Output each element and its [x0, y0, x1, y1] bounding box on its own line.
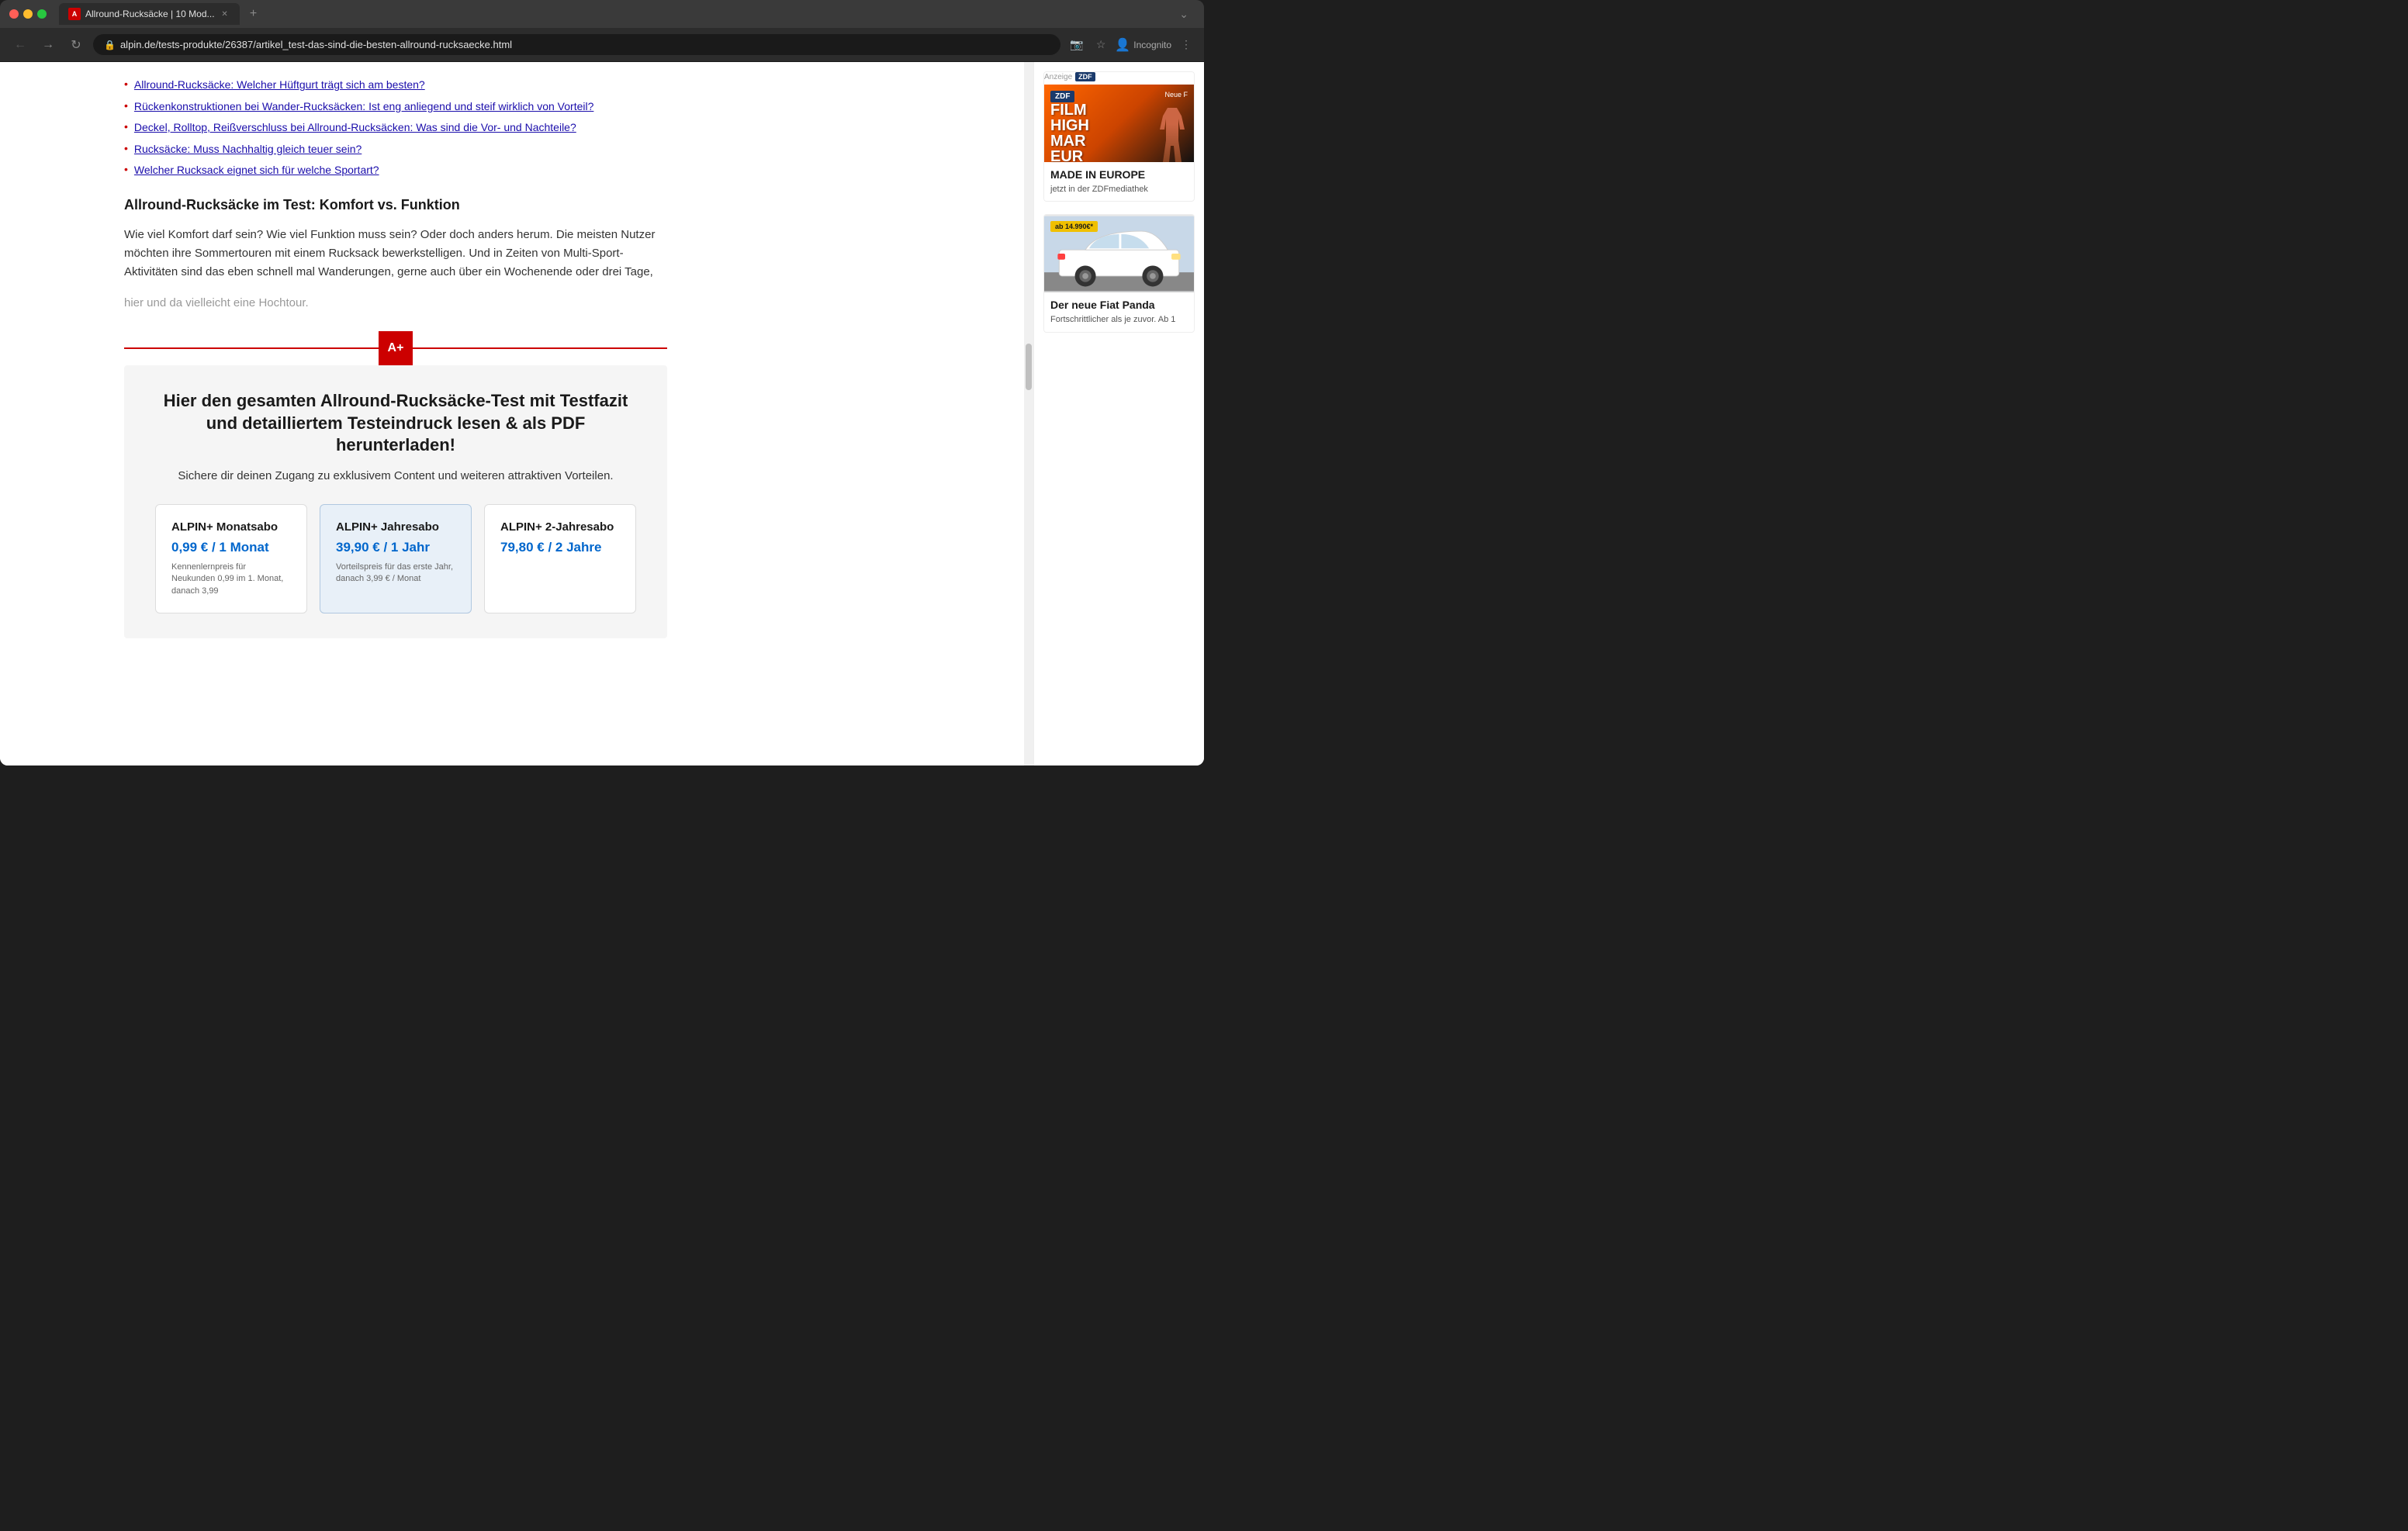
subscription-cards: ALPIN+ Monatsabo 0,99 € / 1 Monat Kennen… — [155, 504, 636, 613]
list-item: Rückenkonstruktionen bei Wander-Rucksäck… — [124, 99, 667, 115]
address-bar: ← → ↻ 🔒 alpin.de/tests-produkte/26387/ar… — [0, 28, 1204, 62]
page-area: Allround-Rucksäcke: Welcher Hüftgurt trä… — [0, 62, 1204, 766]
incognito-label: Incognito — [1133, 40, 1171, 50]
ad-label-zdf: Anzeige ZDF — [1044, 72, 1194, 81]
fiat-price-badge: ab 14.990€* — [1050, 221, 1098, 232]
address-right-controls: 📷 ☆ 👤 Incognito ⋮ — [1067, 35, 1195, 54]
subscription-card-monthly[interactable]: ALPIN+ Monatsabo 0,99 € / 1 Monat Kennen… — [155, 504, 307, 613]
ad-zdf-neue: Neue F — [1164, 91, 1188, 98]
back-icon: ← — [14, 38, 26, 52]
camera-icon[interactable]: 📷 — [1067, 35, 1086, 54]
sub-card-desc-yearly: Vorteilspreis für das erste Jahr, danach… — [336, 562, 455, 586]
active-tab[interactable]: A Allround-Rucksäcke | 10 Mod... ✕ — [59, 3, 240, 25]
browser-window: A Allround-Rucksäcke | 10 Mod... ✕ + ⌄ ←… — [0, 0, 1204, 766]
lock-icon: 🔒 — [104, 40, 116, 50]
tab-bar: A Allround-Rucksäcke | 10 Mod... ✕ + — [59, 3, 1167, 25]
toc-link-2[interactable]: Rückenkonstruktionen bei Wander-Rucksäck… — [134, 99, 593, 115]
url-text: alpin.de/tests-produkte/26387/artikel_te… — [120, 39, 1050, 50]
zdf-badge: ZDF — [1050, 91, 1074, 102]
subscription-card-biennial[interactable]: ALPIN+ 2-Jahresabo 79,80 € / 2 Jahre — [484, 504, 636, 613]
ad-title-zdf: MADE IN EUROPE — [1050, 168, 1188, 181]
paywall-line-right — [413, 347, 667, 349]
paywall-subtitle: Sichere dir deinen Zugang zu exklusivem … — [155, 469, 636, 482]
scroll-thumb[interactable] — [1026, 344, 1032, 390]
reload-icon: ↻ — [71, 37, 81, 53]
subscription-card-yearly[interactable]: ALPIN+ Jahresabo 39,90 € / 1 Jahr Vortei… — [320, 504, 472, 613]
toc-link-5[interactable]: Welcher Rucksack eignet sich für welche … — [134, 163, 379, 178]
ad-title-fiat: Der neue Fiat Panda — [1050, 299, 1188, 311]
ad-desc-fiat: Fortschrittlicher als je zuvor. Ab 1 — [1050, 314, 1188, 325]
maximize-button[interactable] — [37, 9, 47, 19]
section-heading: Allround-Rucksäcke im Test: Komfort vs. … — [124, 197, 667, 213]
article-section: Allround-Rucksäcke: Welcher Hüftgurt trä… — [124, 78, 667, 638]
forward-icon: → — [42, 38, 54, 52]
incognito-icon: 👤 — [1115, 37, 1130, 53]
sub-card-desc-monthly: Kennenlernpreis für Neukunden 0,99 im 1.… — [171, 562, 291, 597]
paywall-title: Hier den gesamten Allround-Rucksäcke-Tes… — [155, 390, 636, 457]
sub-card-price-yearly: 39,90 € / 1 Jahr — [336, 540, 455, 555]
main-content: Allround-Rucksäcke: Welcher Hüftgurt trä… — [0, 62, 1024, 766]
paywall-divider: A+ — [124, 331, 667, 365]
paywall-badge: A+ — [379, 331, 413, 365]
tabs-chevron-icon[interactable]: ⌄ — [1173, 5, 1195, 24]
anzeige-label: Anzeige — [1044, 73, 1072, 81]
list-item: Welcher Rucksack eignet sich für welche … — [124, 163, 667, 178]
new-tab-button[interactable]: + — [243, 3, 265, 25]
sidebar: Anzeige ZDF ZDF Neue F FILMHIGHMAREUR — [1033, 62, 1204, 766]
sub-card-title-biennial: ALPIN+ 2-Jahresabo — [500, 520, 620, 534]
back-button[interactable]: ← — [9, 34, 31, 56]
list-item: Allround-Rucksäcke: Welcher Hüftgurt trä… — [124, 78, 667, 93]
url-bar[interactable]: 🔒 alpin.de/tests-produkte/26387/artikel_… — [93, 34, 1060, 55]
menu-icon[interactable]: ⋮ — [1178, 35, 1195, 54]
tab-right-controls: ⌄ — [1173, 5, 1195, 24]
incognito-button[interactable]: 👤 Incognito — [1115, 37, 1171, 53]
ad-text-block-fiat: Der neue Fiat Panda Fortschrittlicher al… — [1044, 292, 1194, 331]
reload-button[interactable]: ↻ — [65, 34, 87, 56]
toc-link-3[interactable]: Deckel, Rolltop, Reißverschluss bei Allr… — [134, 120, 576, 136]
ad-card-fiat[interactable]: ab 14.990€* — [1043, 214, 1195, 332]
bookmark-icon[interactable]: ☆ — [1093, 35, 1109, 54]
list-item: Rucksäcke: Muss Nachhaltig gleich teuer … — [124, 142, 667, 157]
title-bar: A Allround-Rucksäcke | 10 Mod... ✕ + ⌄ — [0, 0, 1204, 28]
sub-card-price-monthly: 0,99 € / 1 Monat — [171, 540, 291, 555]
article-paragraph-1: Wie viel Komfort darf sein? Wie viel Fun… — [124, 226, 667, 282]
ad-image-zdf: ZDF Neue F FILMHIGHMAREUR — [1044, 85, 1194, 162]
ad-zdf-top: ZDF Neue F — [1050, 91, 1188, 102]
article-paragraph-faded: hier und da vielleicht eine Hochtour. — [124, 294, 667, 313]
toc-list: Allround-Rucksäcke: Welcher Hüftgurt trä… — [124, 78, 667, 178]
zdf-logo: ZDF — [1075, 72, 1095, 81]
toc-link-1[interactable]: Allround-Rucksäcke: Welcher Hüftgurt trä… — [134, 78, 425, 93]
toc-link-4[interactable]: Rucksäcke: Muss Nachhaltig gleich teuer … — [134, 142, 362, 157]
sub-card-price-biennial: 79,80 € / 2 Jahre — [500, 540, 620, 555]
ad-desc-zdf: jetzt in der ZDFmediathek — [1050, 184, 1188, 195]
tab-close-icon[interactable]: ✕ — [220, 9, 230, 19]
paywall-line-left — [124, 347, 379, 349]
tab-title: Allround-Rucksäcke | 10 Mod... — [85, 9, 215, 19]
forward-button[interactable]: → — [37, 34, 59, 56]
traffic-lights — [9, 9, 47, 19]
ad-image-fiat: ab 14.990€* — [1044, 215, 1194, 292]
ad-text-block-zdf: MADE IN EUROPE jetzt in der ZDFmediathek — [1044, 162, 1194, 201]
sub-card-title-monthly: ALPIN+ Monatsabo — [171, 520, 291, 534]
minimize-button[interactable] — [23, 9, 33, 19]
paywall-box: Hier den gesamten Allround-Rucksäcke-Tes… — [124, 365, 667, 638]
close-button[interactable] — [9, 9, 19, 19]
sub-card-title-yearly: ALPIN+ Jahresabo — [336, 520, 455, 534]
ad-card-zdf[interactable]: Anzeige ZDF ZDF Neue F FILMHIGHMAREUR — [1043, 71, 1195, 202]
scroll-track[interactable] — [1024, 62, 1033, 766]
tab-favicon: A — [68, 8, 81, 20]
list-item: Deckel, Rolltop, Reißverschluss bei Allr… — [124, 120, 667, 136]
